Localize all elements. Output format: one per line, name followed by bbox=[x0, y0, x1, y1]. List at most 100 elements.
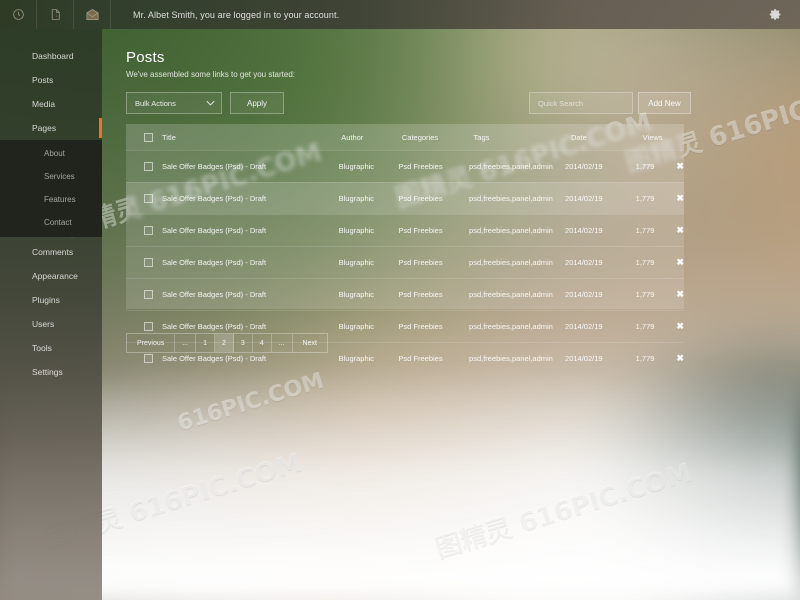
sidebar-subitem-contact[interactable]: Contact bbox=[0, 211, 102, 234]
delete-row-button[interactable]: ✖ bbox=[676, 289, 684, 300]
cell-categories: Psd Freebies bbox=[398, 289, 443, 299]
cell-tags: psd,freebies,panel,admin bbox=[469, 321, 553, 331]
delete-row-button[interactable]: ✖ bbox=[676, 353, 684, 364]
column-header-author[interactable]: Author bbox=[341, 133, 402, 142]
table-row[interactable]: Sale Offer Badges (Psd) - Draft Blugraphi… bbox=[126, 214, 684, 246]
sidebar-secondary-nav: Comments Appearance Plugins Users Tools Setti… bbox=[0, 237, 102, 384]
apply-button[interactable]: Apply bbox=[230, 92, 284, 114]
table-row[interactable]: Sale Offer Badges (Psd) - Draft Blugraphi… bbox=[126, 182, 684, 214]
row-checkbox[interactable] bbox=[144, 257, 153, 267]
sidebar-item-dashboard[interactable]: Dashboard bbox=[0, 44, 102, 68]
sidebar-item-tools[interactable]: Tools bbox=[0, 336, 102, 360]
add-new-button[interactable]: Add New bbox=[638, 92, 691, 114]
cell-categories: Psd Freebies bbox=[398, 161, 443, 171]
sidebar-subitem-features[interactable]: Features bbox=[0, 188, 102, 211]
pagination-3[interactable]: 3 bbox=[234, 334, 253, 352]
pagination-2[interactable]: 2 bbox=[214, 334, 234, 352]
posts-table: Title Author Categories Tags Date Views Sale O… bbox=[126, 124, 684, 363]
row-checkbox[interactable] bbox=[144, 193, 153, 203]
cell-views: 1,779 bbox=[635, 225, 655, 235]
sidebar-active-indicator bbox=[99, 118, 102, 138]
cell-views: 1,779 bbox=[635, 289, 655, 299]
cell-views: 1,779 bbox=[635, 353, 655, 363]
sidebar-subitem-about[interactable]: About bbox=[0, 142, 102, 165]
sidebar-item-pages[interactable]: Pages bbox=[0, 116, 102, 140]
cell-author: Blugraphic bbox=[338, 289, 375, 299]
sidebar-item-settings[interactable]: Settings bbox=[0, 360, 102, 384]
pagination: Previous... 1 2 3 4... Next bbox=[126, 333, 328, 353]
column-header-title[interactable]: Title bbox=[162, 133, 341, 142]
chevron-down-icon bbox=[206, 99, 215, 108]
table-toolbar: Bulk Actions Apply Quick Search Add New bbox=[126, 92, 691, 114]
cell-title: Sale Offer Badges (Psd) - Draft bbox=[162, 321, 267, 331]
delete-row-button[interactable]: ✖ bbox=[676, 193, 684, 204]
cell-categories: Psd Freebies bbox=[398, 353, 443, 363]
cell-title: Sale Offer Badges (Psd) - Draft bbox=[162, 161, 267, 171]
row-checkbox[interactable] bbox=[144, 225, 153, 235]
sidebar-item-posts[interactable]: Posts bbox=[0, 68, 102, 92]
main-content: Posts We've assembled some links to get … bbox=[102, 29, 800, 600]
delete-row-button[interactable]: ✖ bbox=[676, 161, 684, 172]
column-header-views[interactable]: Views bbox=[643, 133, 684, 142]
sidebar-item-comments[interactable]: Comments bbox=[0, 240, 102, 264]
cell-categories: Psd Freebies bbox=[398, 225, 443, 235]
bulk-actions-select[interactable]: Bulk Actions bbox=[126, 92, 222, 114]
table-row[interactable]: Sale Offer Badges (Psd) - Draft Blugraphi… bbox=[126, 278, 684, 310]
pagination-next[interactable]: Next bbox=[293, 334, 327, 352]
top-bar: Mr. Albet Smith, you are logged in to yo… bbox=[0, 0, 800, 29]
column-header-date[interactable]: Date bbox=[571, 133, 643, 142]
column-header-tags[interactable]: Tags bbox=[474, 133, 571, 142]
cell-tags: psd,freebies,panel,admin bbox=[469, 257, 553, 267]
document-icon[interactable] bbox=[37, 0, 74, 29]
cell-author: Blugraphic bbox=[338, 321, 375, 331]
sidebar-item-users[interactable]: Users bbox=[0, 312, 102, 336]
cell-author: Blugraphic bbox=[338, 161, 375, 171]
sidebar-item-label: Tools bbox=[32, 343, 52, 353]
sidebar-item-label: Media bbox=[32, 99, 56, 109]
cell-tags: psd,freebies,panel,admin bbox=[469, 353, 553, 363]
select-all-checkbox[interactable] bbox=[144, 132, 153, 142]
pagination-ellipsisellipsisellipsis[interactable]: ... bbox=[272, 334, 293, 352]
cell-author: Blugraphic bbox=[338, 225, 375, 235]
sidebar-item-appearance[interactable]: Appearance bbox=[0, 264, 102, 288]
cell-views: 1,779 bbox=[635, 321, 655, 331]
row-checkbox[interactable] bbox=[144, 289, 153, 299]
delete-row-button[interactable]: ✖ bbox=[676, 321, 684, 332]
cell-tags: psd,freebies,panel,admin bbox=[469, 225, 553, 235]
sidebar-submenu-pages: About Services Features Contact bbox=[0, 140, 102, 237]
pagination-previous[interactable]: Previous bbox=[127, 334, 176, 352]
table-row[interactable]: Sale Offer Badges (Psd) - Draft Blugraphi… bbox=[126, 150, 684, 182]
cell-title: Sale Offer Badges (Psd) - Draft bbox=[162, 193, 267, 203]
cell-date: 2014/02/19 bbox=[565, 161, 603, 171]
sidebar-subitem-label: About bbox=[44, 149, 65, 158]
cell-date: 2014/02/19 bbox=[565, 353, 603, 363]
delete-row-button[interactable]: ✖ bbox=[676, 257, 684, 268]
sidebar-item-media[interactable]: Media bbox=[0, 92, 102, 116]
gear-icon[interactable] bbox=[750, 0, 800, 29]
mail-icon[interactable] bbox=[74, 0, 111, 29]
sidebar-subitem-services[interactable]: Services bbox=[0, 165, 102, 188]
sidebar-item-plugins[interactable]: Plugins bbox=[0, 288, 102, 312]
cell-tags: psd,freebies,panel,admin bbox=[469, 161, 553, 171]
cell-categories: Psd Freebies bbox=[398, 321, 443, 331]
clock-icon[interactable] bbox=[0, 0, 37, 29]
cell-date: 2014/02/19 bbox=[565, 257, 603, 267]
table-row[interactable]: Sale Offer Badges (Psd) - Draft Blugraphi… bbox=[126, 246, 684, 278]
cell-title: Sale Offer Badges (Psd) - Draft bbox=[162, 353, 267, 363]
pagination-ellipsisellipsisellipsis[interactable]: ... bbox=[175, 334, 197, 352]
row-checkbox[interactable] bbox=[144, 161, 153, 171]
cell-title: Sale Offer Badges (Psd) - Draft bbox=[162, 225, 267, 235]
sidebar-subitem-label: Services bbox=[44, 172, 75, 181]
sidebar-item-label: Users bbox=[32, 319, 55, 329]
sidebar-item-label: Comments bbox=[32, 247, 74, 257]
delete-row-button[interactable]: ✖ bbox=[676, 225, 684, 236]
cell-views: 1,779 bbox=[635, 193, 655, 203]
sidebar-primary-nav: Dashboard Posts Media Pages bbox=[0, 29, 102, 140]
cell-title: Sale Offer Badges (Psd) - Draft bbox=[162, 257, 267, 267]
search-input[interactable]: Quick Search bbox=[529, 92, 633, 114]
row-checkbox[interactable] bbox=[144, 353, 153, 363]
row-checkbox[interactable] bbox=[144, 321, 153, 331]
pagination-1[interactable]: 1 bbox=[196, 334, 215, 352]
column-header-categories[interactable]: Categories bbox=[402, 133, 474, 142]
pagination-4[interactable]: 4 bbox=[253, 334, 272, 352]
